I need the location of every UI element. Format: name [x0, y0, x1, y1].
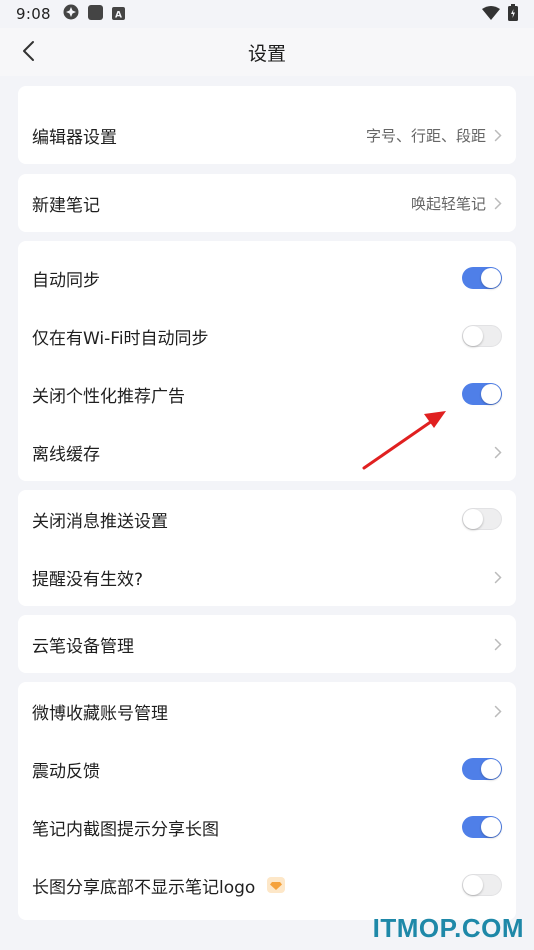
- red-annotation-arrow: [362, 411, 446, 470]
- watermark: ITMOP.COM: [372, 913, 524, 943]
